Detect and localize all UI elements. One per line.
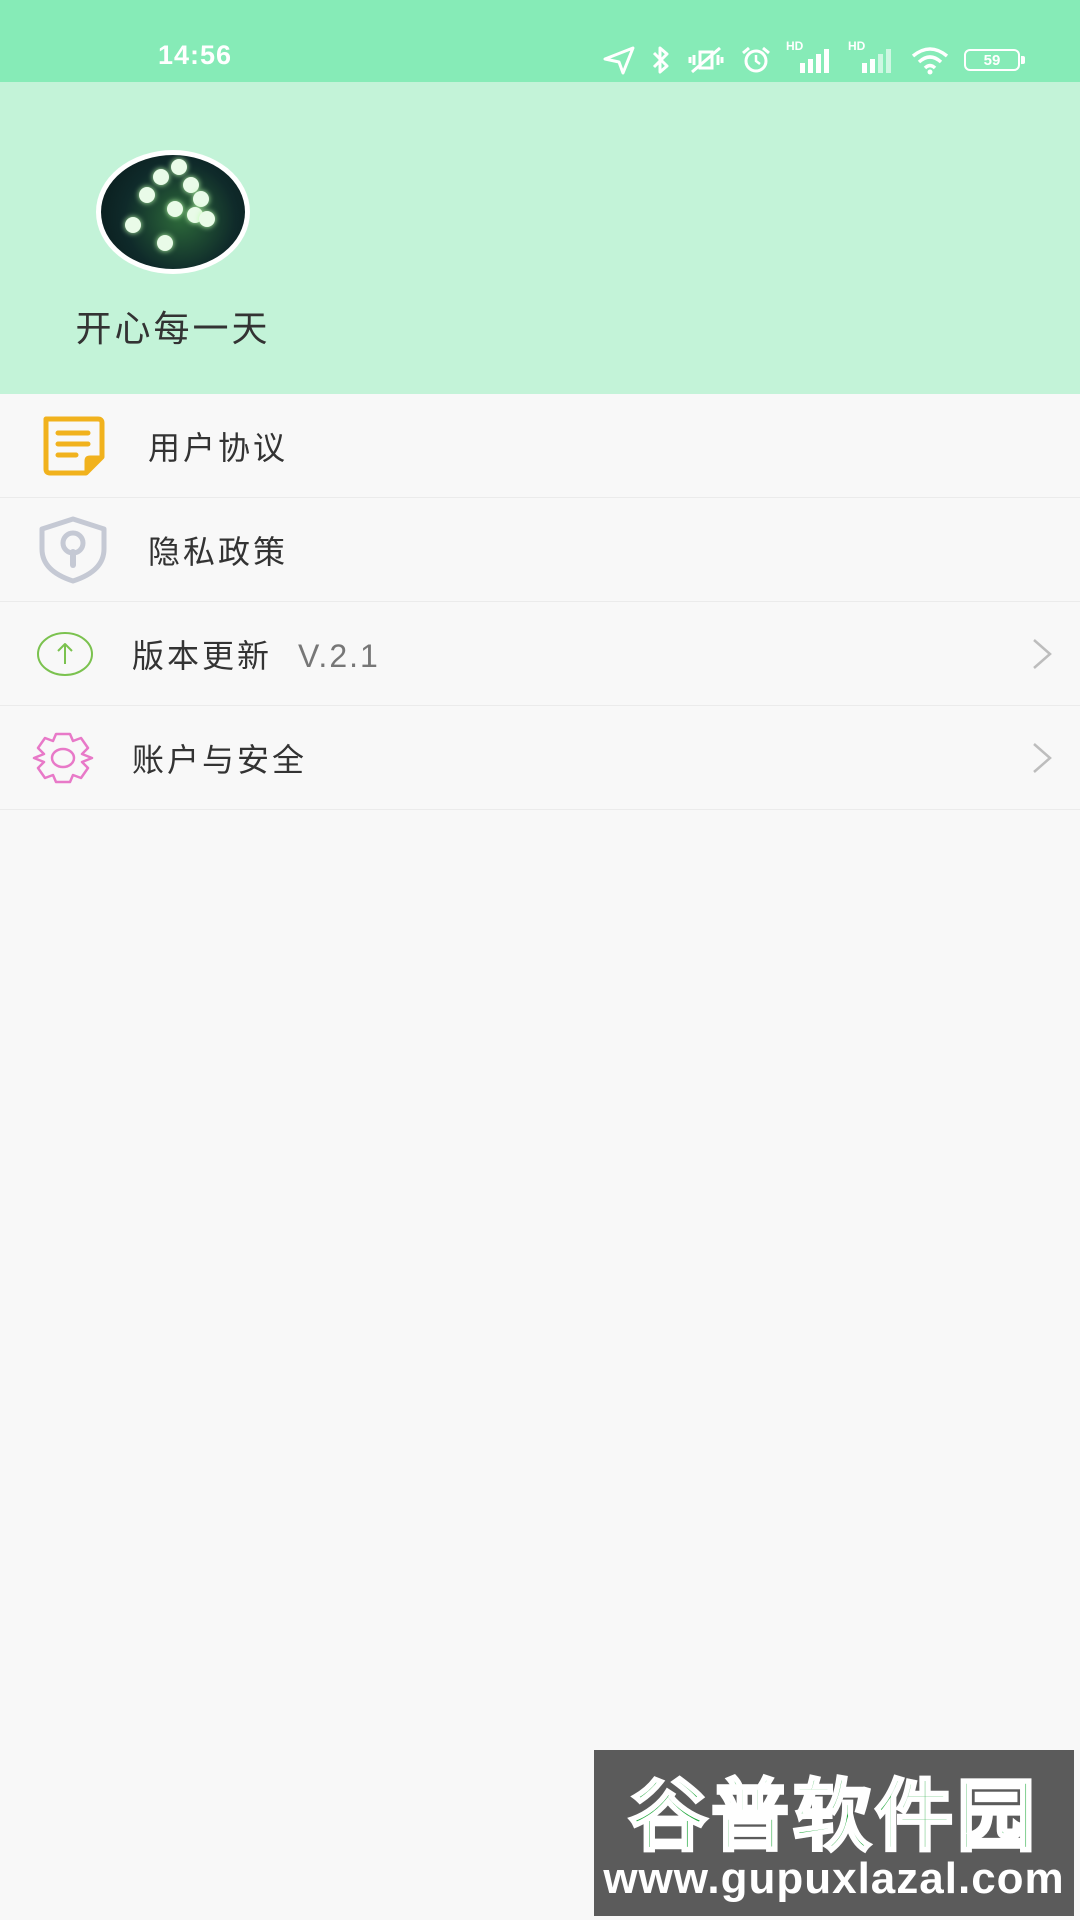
version-number: V.2.1 — [298, 637, 380, 674]
menu-item-privacy-policy[interactable]: 隐私政策 — [0, 498, 1080, 602]
bluetooth-icon — [652, 46, 669, 74]
chevron-right-icon — [1033, 742, 1052, 773]
upload-circle-icon — [37, 631, 93, 676]
alarm-icon — [742, 46, 770, 73]
version-update-label: 版本更新 — [132, 636, 273, 675]
mute-vibrate-icon — [688, 46, 724, 74]
watermark: 谷普软件园 www.gupuxlazal.com — [594, 1750, 1074, 1916]
status-bar: 14:56 HD HD 59 — [0, 0, 1080, 82]
battery-icon: 59 — [964, 49, 1025, 71]
battery-level: 59 — [983, 51, 1001, 69]
menu-item-user-agreement[interactable]: 用户协议 — [0, 394, 1080, 498]
menu-item-account-security[interactable]: 账户与安全 — [0, 706, 1080, 810]
status-icons: HD HD 59 — [602, 39, 1025, 80]
chevron-right-icon — [1033, 638, 1052, 669]
watermark-url: www.gupuxlazal.com — [603, 1854, 1065, 1903]
gear-icon — [32, 732, 94, 783]
watermark-title: 谷普软件园 — [627, 1771, 1039, 1864]
username: 开心每一天 — [75, 309, 271, 350]
menu-item-label: 用户协议 — [148, 428, 289, 467]
menu-item-label: 隐私政策 — [148, 532, 289, 571]
status-time: 14:56 — [158, 40, 233, 70]
location-icon — [603, 46, 635, 75]
settings-menu: 用户协议 隐私政策 版本更新 V.2.1 账户与安全 — [0, 394, 1080, 810]
signal-icon-2: HD — [848, 39, 896, 77]
menu-item-label: 版本更新 V.2.1 — [132, 631, 380, 677]
menu-item-label: 账户与安全 — [132, 740, 308, 779]
profile-header: 开心每一天 — [0, 82, 1080, 394]
avatar[interactable] — [96, 150, 250, 274]
signal-icon-1: HD — [786, 39, 834, 77]
shield-lock-icon — [39, 516, 107, 583]
wifi-icon — [911, 47, 949, 75]
menu-item-version-update[interactable]: 版本更新 V.2.1 — [0, 602, 1080, 706]
avatar-image — [101, 155, 245, 269]
document-icon — [43, 416, 105, 475]
